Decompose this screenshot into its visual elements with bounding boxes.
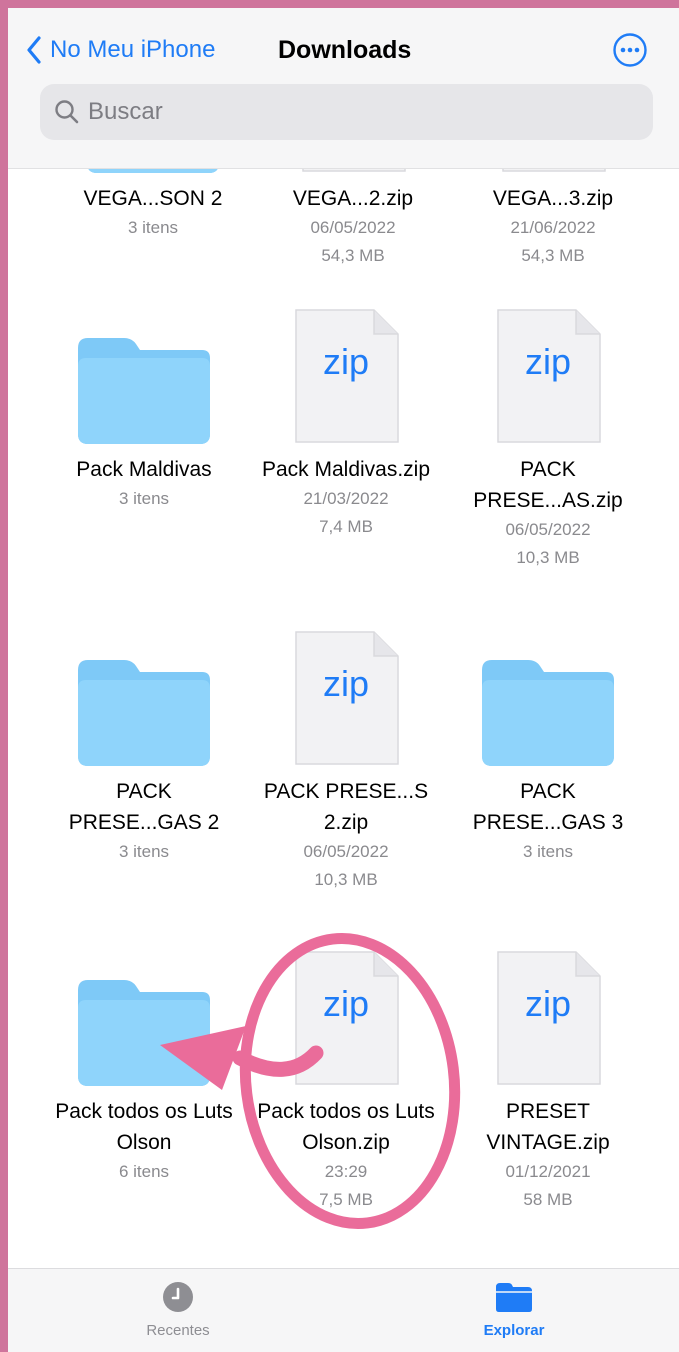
item-name: VEGA...SON 2 [83, 187, 223, 210]
zip-label: zip [322, 983, 370, 1024]
item-count: 3 itens [127, 218, 179, 237]
zip-file-item[interactable]: zip PACK PRESE...AS.zip 06/05/2022 10,3 … [448, 304, 648, 572]
zip-file-item[interactable]: zip Pack todos os Luts Olson.zip 23:29 7… [246, 946, 446, 1214]
item-date: 21/06/2022 [510, 218, 596, 237]
item-name: Pack todos os Luts Olson [55, 1100, 233, 1154]
item-name: PACK PRESE...S 2.zip [263, 780, 429, 834]
folder-item[interactable]: Pack Maldivas 3 itens [44, 304, 244, 513]
zip-label: zip [524, 341, 572, 382]
item-size: 10,3 MB [516, 548, 580, 567]
item-date: 21/03/2022 [303, 489, 389, 508]
zip-file-item[interactable]: zip PACK PRESE...S 2.zip 06/05/2022 10,3… [246, 626, 446, 894]
ellipsis-circle-icon [613, 33, 647, 67]
page-title: Downloads [278, 36, 412, 64]
folder-icon [44, 626, 244, 766]
zip-label: zip [524, 983, 572, 1024]
item-name: VEGA...2.zip [292, 187, 414, 210]
search-bar[interactable] [40, 84, 653, 140]
item-name: Pack Maldivas [76, 458, 212, 481]
tab-bar: Recentes Explorar [8, 1268, 679, 1352]
more-options-button[interactable] [612, 32, 648, 68]
item-date: 06/05/2022 [310, 218, 396, 237]
zip-file-item[interactable]: zip PRESET VINTAGE.zip 01/12/2021 58 MB [448, 946, 648, 1214]
chevron-left-icon [27, 36, 41, 64]
item-name: Pack Maldivas.zip [261, 458, 431, 481]
tab-explorar[interactable]: Explorar [434, 1281, 594, 1339]
back-button-label: No Meu iPhone [50, 36, 216, 63]
tab-label: Recentes [146, 1322, 210, 1339]
item-date: 23:29 [324, 1162, 368, 1181]
item-date: 06/05/2022 [303, 842, 389, 861]
folder-icon [44, 946, 244, 1086]
zip-file-icon: zip [448, 946, 648, 1086]
item-size: 54,3 MB [321, 246, 385, 265]
item-size: 54,3 MB [521, 246, 585, 265]
item-date: 01/12/2021 [505, 1162, 591, 1181]
item-size: 7,5 MB [319, 1190, 373, 1209]
folder-item[interactable]: PACK PRESE...GAS 2 3 itens [44, 626, 244, 866]
zip-file-item[interactable]: zip Pack Maldivas.zip 21/03/2022 7,4 MB [246, 304, 446, 541]
zip-file-icon: zip [448, 304, 648, 444]
files-app-screen: VEGA...SON 2 3 itens zip VEGA...2.zip 06… [8, 8, 679, 1352]
folder-icon [44, 304, 244, 444]
item-count: 3 itens [118, 842, 170, 861]
item-name: Pack todos os Luts Olson.zip [257, 1100, 435, 1154]
navigation-header: No Meu iPhone Downloads [8, 8, 679, 169]
folder-item[interactable]: PACK PRESE...GAS 3 3 itens [448, 626, 648, 866]
item-name: PACK PRESE...GAS 2 [68, 780, 220, 834]
folder-icon [448, 626, 648, 766]
file-grid: VEGA...SON 2 3 itens zip VEGA...2.zip 06… [8, 8, 679, 1352]
folder-icon [496, 1283, 532, 1312]
item-name: PACK PRESE...GAS 3 [472, 780, 624, 834]
zip-file-icon: zip [246, 304, 446, 444]
zip-file-icon: zip [246, 626, 446, 766]
item-size: 10,3 MB [314, 870, 378, 889]
item-date: 06/05/2022 [505, 520, 591, 539]
item-name: VEGA...3.zip [492, 187, 614, 210]
zip-label: zip [322, 341, 370, 382]
clock-icon [163, 1282, 193, 1312]
item-size: 58 MB [523, 1190, 573, 1209]
item-count: 6 itens [118, 1162, 170, 1181]
tab-recentes[interactable]: Recentes [98, 1281, 258, 1339]
item-count: 3 itens [118, 489, 170, 508]
tab-label: Explorar [483, 1322, 545, 1339]
search-icon [55, 100, 79, 124]
search-input[interactable] [88, 92, 628, 132]
folder-item[interactable]: Pack todos os Luts Olson 6 itens [44, 946, 244, 1186]
item-name: PACK PRESE...AS.zip [473, 458, 623, 512]
zip-file-icon: zip [246, 946, 446, 1086]
item-count: 3 itens [522, 842, 574, 861]
item-name: PRESET VINTAGE.zip [486, 1100, 610, 1154]
back-button[interactable]: No Meu iPhone [26, 30, 215, 70]
item-size: 7,4 MB [319, 517, 373, 536]
zip-label: zip [322, 663, 370, 704]
